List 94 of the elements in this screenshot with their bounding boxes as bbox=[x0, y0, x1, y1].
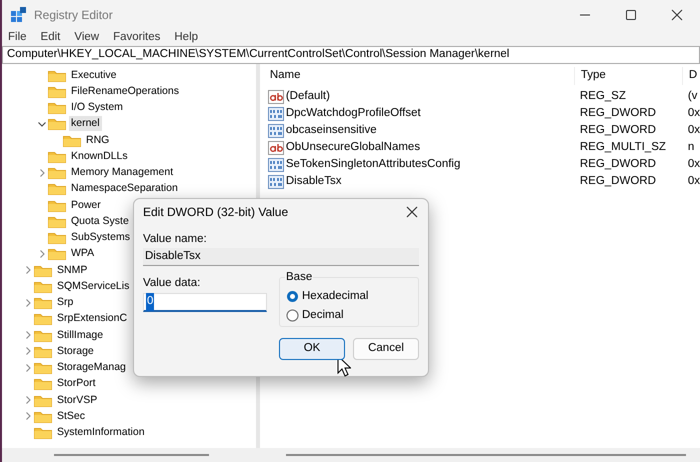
folder-icon bbox=[48, 68, 66, 82]
ok-button[interactable]: OK bbox=[279, 338, 345, 360]
value-type: REG_DWORD bbox=[578, 122, 657, 138]
tree-item[interactable]: SNMP bbox=[55, 262, 90, 278]
menu-item[interactable]: Favorites bbox=[113, 29, 160, 47]
string-value-icon bbox=[268, 90, 284, 104]
menu-item[interactable]: Help bbox=[174, 29, 198, 47]
tree-item[interactable]: KnownDLLs bbox=[69, 148, 130, 164]
tree-item[interactable]: Srp bbox=[55, 295, 76, 310]
tree-item[interactable]: StorVSP bbox=[55, 392, 100, 408]
radio-label[interactable]: Hexadecimal bbox=[302, 288, 368, 306]
folder-icon bbox=[34, 296, 52, 310]
radio-button[interactable] bbox=[286, 290, 299, 304]
folder-icon bbox=[48, 150, 66, 163]
folder-icon bbox=[34, 361, 52, 374]
value-data: 0x bbox=[686, 122, 700, 138]
tree-item[interactable]: I/O System bbox=[69, 100, 125, 116]
tree-item[interactable]: RNG bbox=[84, 132, 112, 148]
value-data: n bbox=[686, 140, 696, 155]
tree-item[interactable]: FileRenameOperations bbox=[69, 84, 181, 99]
folder-icon bbox=[63, 134, 81, 147]
value-data: (v bbox=[686, 88, 698, 104]
tree-item[interactable]: SrpExtensionC bbox=[55, 311, 130, 326]
folder-icon bbox=[48, 84, 66, 98]
value-data: 0x bbox=[686, 156, 700, 172]
tree-item[interactable]: SystemInformation bbox=[55, 425, 147, 440]
window-title: Registry Editor bbox=[34, 7, 113, 24]
string-value-icon bbox=[268, 140, 284, 154]
value-data: 0x bbox=[686, 174, 700, 189]
folder-icon bbox=[48, 117, 66, 130]
tree-item[interactable]: StorageManag bbox=[55, 360, 128, 376]
folder-icon bbox=[34, 328, 52, 342]
tree-item[interactable]: StillImage bbox=[55, 328, 106, 343]
folder-icon bbox=[34, 312, 52, 326]
menu-item[interactable]: Edit bbox=[40, 29, 60, 47]
value-name[interactable]: ObUnsecureGlobalNames bbox=[286, 138, 420, 156]
cancel-button[interactable]: Cancel bbox=[353, 338, 419, 360]
close-icon[interactable] bbox=[405, 205, 419, 219]
value-name[interactable]: SeTokenSingletonAttributesConfig bbox=[286, 156, 460, 174]
folder-icon bbox=[48, 166, 66, 180]
tree-item[interactable]: Memory Management bbox=[69, 165, 176, 180]
value-type: REG_DWORD bbox=[578, 156, 657, 172]
folder-icon bbox=[48, 247, 66, 260]
value-type: REG_DWORD bbox=[578, 106, 657, 121]
scrollbar-thumb[interactable] bbox=[286, 454, 686, 456]
folder-icon bbox=[48, 214, 66, 228]
folder-icon bbox=[34, 344, 52, 358]
dialog-title: Edit DWORD (32-bit) Value bbox=[143, 204, 288, 221]
folder-icon bbox=[34, 264, 52, 277]
folder-icon bbox=[34, 394, 52, 407]
field-label: Value name: bbox=[143, 232, 208, 246]
folder-icon bbox=[48, 182, 66, 196]
folder-icon bbox=[48, 101, 66, 114]
radio-label[interactable]: Decimal bbox=[302, 307, 344, 324]
value-name[interactable]: DpcWatchdogProfileOffset bbox=[286, 104, 421, 122]
folder-icon bbox=[48, 231, 66, 244]
tree-item[interactable]: SubSystems bbox=[69, 230, 132, 246]
address-bar[interactable]: Computer\HKEY_LOCAL_MACHINE\SYSTEM\CurrentControlSet\Control\Session Manager\kernel bbox=[2, 46, 700, 64]
binary-value-icon bbox=[268, 174, 284, 188]
value-data: 0x bbox=[686, 106, 700, 121]
value-name[interactable]: obcaseinsensitive bbox=[286, 122, 377, 140]
binary-value-icon bbox=[268, 158, 284, 172]
column-header[interactable]: Name bbox=[264, 69, 301, 82]
tree-item[interactable]: StSec bbox=[55, 408, 88, 424]
value-type: REG_MULTI_SZ bbox=[578, 140, 667, 155]
folder-icon bbox=[34, 410, 52, 423]
field-label: Value data: bbox=[143, 276, 202, 290]
app-icon bbox=[10, 7, 26, 23]
value-name[interactable]: (Default) bbox=[286, 88, 330, 106]
tree-item[interactable]: SQMServiceLis bbox=[55, 278, 132, 294]
tree-item[interactable]: NamespaceSeparation bbox=[69, 181, 180, 196]
value-name-field[interactable]: DisableTsx bbox=[143, 248, 419, 266]
tree-item[interactable]: Quota Syste bbox=[69, 214, 131, 229]
tree-item[interactable]: Storage bbox=[55, 344, 96, 359]
folder-icon bbox=[48, 198, 66, 212]
binary-value-icon bbox=[268, 124, 284, 138]
binary-value-icon bbox=[268, 106, 284, 120]
folder-icon bbox=[34, 377, 52, 390]
tree-item[interactable]: kernel bbox=[69, 116, 102, 132]
tree-item[interactable]: StorPort bbox=[55, 376, 98, 392]
tree-item[interactable]: WPA bbox=[69, 246, 96, 262]
tree-item[interactable]: Power bbox=[69, 198, 103, 213]
tree-item[interactable]: Executive bbox=[69, 68, 119, 83]
column-header[interactable]: Type bbox=[574, 69, 606, 82]
scrollbar-thumb[interactable] bbox=[54, 454, 208, 456]
folder-icon bbox=[34, 280, 52, 293]
menu-item[interactable]: File bbox=[8, 29, 27, 47]
value-data-field[interactable]: 0 bbox=[143, 293, 267, 312]
column-header[interactable]: D bbox=[682, 69, 698, 82]
folder-icon bbox=[34, 426, 52, 440]
value-name[interactable]: DisableTsx bbox=[286, 172, 342, 190]
menu-item[interactable]: View bbox=[74, 29, 100, 47]
value-type: REG_SZ bbox=[578, 88, 627, 104]
value-type: REG_DWORD bbox=[578, 174, 657, 189]
